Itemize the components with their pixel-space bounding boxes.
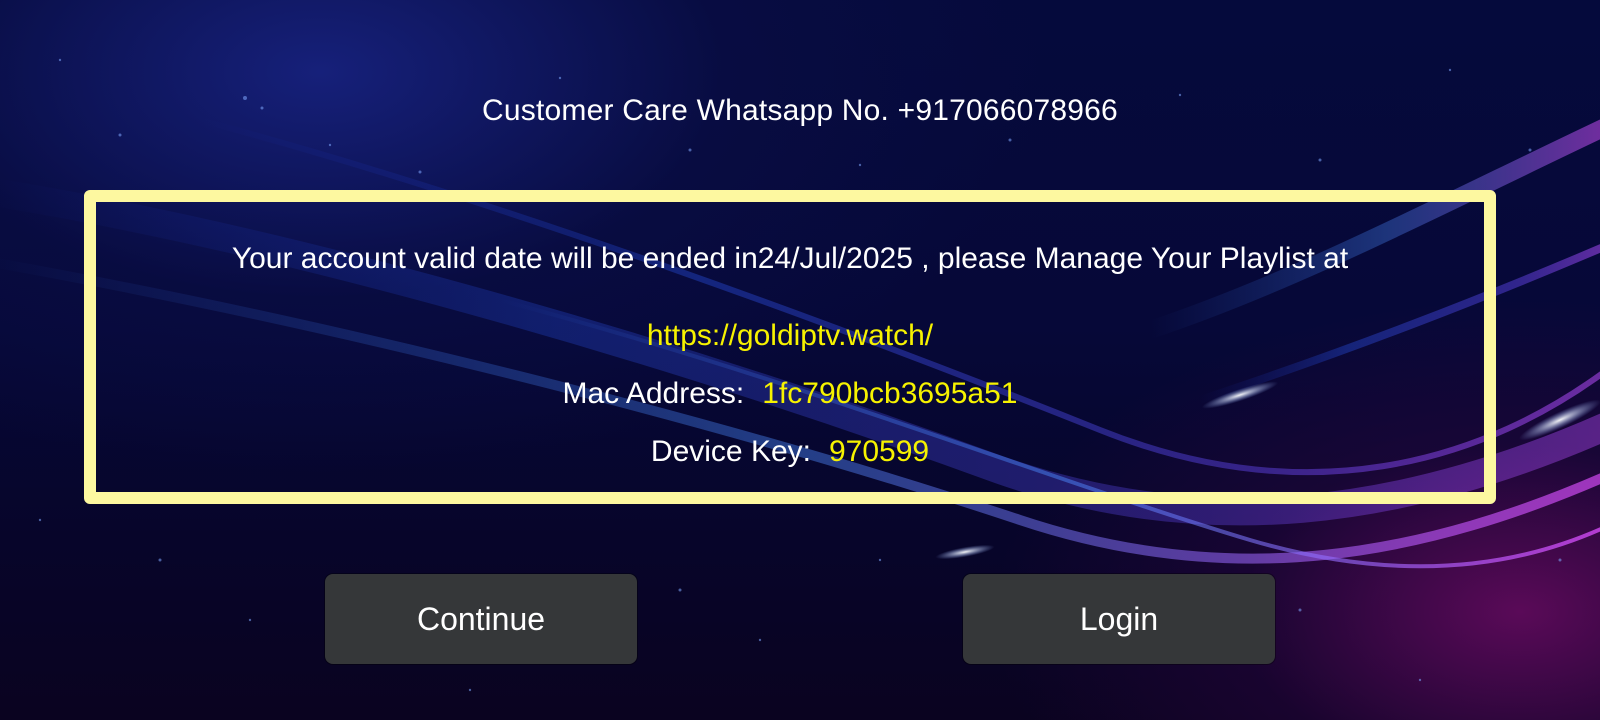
account-expiry-message: Your account valid date will be ended in… (231, 242, 1349, 275)
customer-care-whatsapp-text: Customer Care Whatsapp No. +917066078966 (482, 94, 1118, 127)
playlist-url-link[interactable]: https://goldiptv.watch/ (96, 319, 1484, 353)
mac-address-label: Mac Address: (562, 377, 745, 410)
login-button[interactable]: Login (963, 574, 1275, 664)
account-info-box: Your account valid date will be ended in… (84, 190, 1496, 504)
activation-screen: Customer Care Whatsapp No. +917066078966… (0, 0, 1600, 720)
device-key-label: Device Key: (650, 435, 811, 468)
device-key-row: Device Key: 970599 (96, 435, 1484, 469)
mac-address-row: Mac Address: 1fc790bcb3695a51 (96, 377, 1484, 411)
device-key-value: 970599 (828, 435, 930, 468)
continue-button[interactable]: Continue (325, 574, 637, 664)
mac-address-value: 1fc790bcb3695a51 (762, 377, 1018, 410)
